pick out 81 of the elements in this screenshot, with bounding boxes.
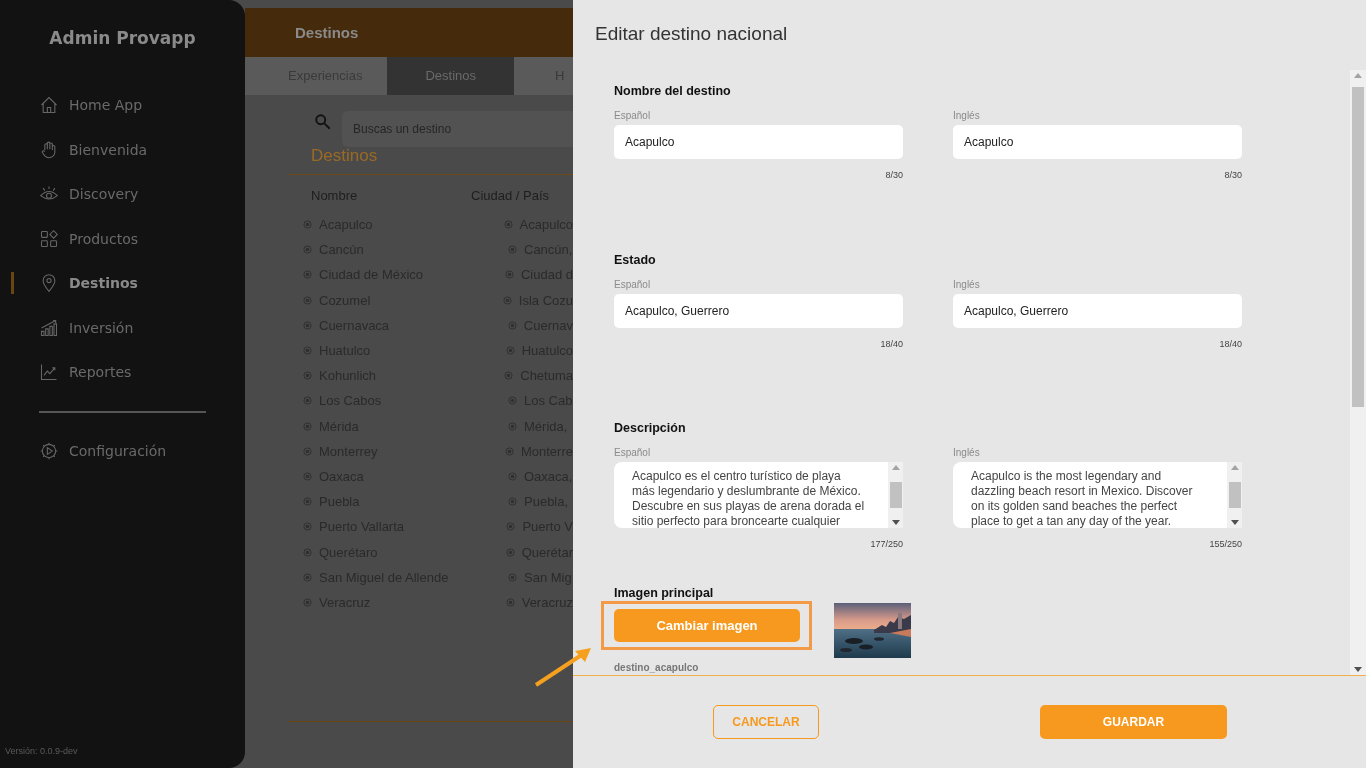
nav-item[interactable]: Bienvenida	[0, 127, 245, 172]
radio-icon	[505, 547, 515, 557]
text-field[interactable]: Acapulco, Guerrero	[614, 293, 903, 328]
char-counter: 18/40	[1218, 338, 1242, 349]
settings-icon	[39, 440, 59, 461]
radio-icon	[303, 346, 312, 356]
radio-icon	[507, 320, 517, 330]
char-counter: 8/30	[1223, 170, 1242, 180]
radio-icon	[504, 371, 514, 381]
nav-item[interactable]: Discovery	[0, 172, 245, 217]
field-label: Español	[614, 278, 652, 292]
char-counter: 8/30	[884, 170, 903, 180]
radio-icon	[502, 295, 512, 305]
field-label: Inglés	[953, 110, 981, 123]
file-name: destino_acapulco	[614, 661, 700, 673]
radio-icon	[303, 572, 312, 582]
radio-icon	[508, 572, 517, 582]
char-counter: 155/250	[1208, 539, 1242, 549]
section-heading: Descripción	[614, 421, 687, 437]
section-title: Destinos	[310, 146, 379, 167]
field-label: Inglés	[953, 278, 981, 292]
text-field[interactable]: Acapulco, Guerrero	[953, 293, 1242, 328]
radio-icon	[505, 597, 515, 607]
field-label: Inglés	[953, 447, 981, 460]
page-title: Destinos	[295, 24, 359, 41]
nav-item[interactable]: Home App	[0, 83, 245, 128]
radio-icon	[303, 371, 312, 381]
radio-icon	[303, 597, 312, 607]
radio-icon	[508, 471, 517, 481]
line-chart-icon	[39, 362, 59, 383]
search-icon	[314, 113, 332, 131]
radio-icon	[508, 245, 517, 255]
radio-icon	[303, 421, 312, 431]
field-label: Español	[614, 110, 652, 123]
nav-item[interactable]: Productos	[0, 216, 245, 261]
field-label: Español	[614, 447, 652, 460]
radio-icon	[505, 346, 515, 356]
scrollbar[interactable]	[1350, 70, 1366, 675]
radio-icon	[508, 497, 517, 507]
cancel-button[interactable]: CANCELAR	[713, 705, 819, 739]
radio-icon	[303, 270, 312, 280]
radio-icon	[303, 547, 312, 557]
radio-icon	[303, 446, 312, 456]
radio-icon	[506, 522, 516, 532]
radio-icon	[303, 220, 312, 230]
radio-icon	[303, 471, 312, 481]
panel-title: Editar destino nacional	[594, 22, 789, 46]
radio-icon	[504, 270, 514, 280]
scrollbar[interactable]	[1227, 462, 1242, 528]
text-area[interactable]: Acapulco is the most legendary and dazzling beach resort in Mexico. Discover on its golden sand beaches the perfect place to get a tan any day of the year.	[953, 462, 1242, 528]
text-field[interactable]: Acapulco	[953, 125, 1242, 159]
section-heading: Nombre del destino	[614, 84, 732, 100]
radio-icon	[303, 295, 312, 305]
section-heading: Estado	[614, 252, 657, 269]
scrollbar[interactable]	[888, 462, 903, 528]
radio-icon	[508, 396, 517, 406]
nav-item[interactable]: Destinos	[0, 261, 245, 306]
radio-icon	[508, 421, 517, 431]
char-counter: 177/250	[869, 539, 903, 549]
grid-icon	[39, 228, 59, 249]
radio-icon	[303, 320, 312, 330]
pointer-arrow	[533, 646, 593, 688]
version-label: Versión: 0.0.9-dev	[4, 746, 79, 758]
bar-chart-icon	[39, 317, 59, 338]
nav-item[interactable]: Inversión	[0, 305, 245, 350]
radio-icon	[504, 446, 514, 456]
text-area[interactable]: Acapulco es el centro turístico de playa más legendario y deslumbrante de México. Descubre en sus playas de arena dorada el sitio perfecto para broncearte cualquier	[614, 462, 903, 528]
section-heading: Imagen principal	[614, 585, 715, 602]
radio-icon	[303, 522, 312, 532]
home-icon	[39, 95, 59, 116]
char-counter: 18/40	[879, 338, 903, 349]
change-image-button[interactable]: Cambiar imagen	[614, 608, 800, 642]
radio-icon	[303, 396, 312, 406]
text-field[interactable]: Acapulco	[614, 125, 903, 159]
save-button[interactable]: GUARDAR	[1040, 705, 1227, 739]
radio-icon	[303, 497, 312, 507]
radio-icon	[503, 220, 513, 230]
nav-item[interactable]: Reportes	[0, 350, 245, 395]
radio-icon	[303, 245, 312, 255]
nav-item[interactable]: Configuración	[0, 428, 245, 473]
app-title: Admin Provapp	[48, 27, 197, 50]
